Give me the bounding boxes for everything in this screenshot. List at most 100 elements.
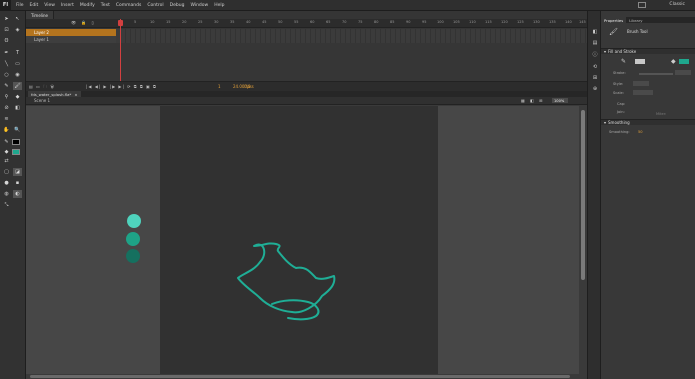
stroke-color-icon[interactable]: ✎: [2, 138, 11, 146]
fill-color-swatch[interactable]: [679, 59, 689, 64]
style-select[interactable]: [633, 81, 649, 86]
tab-timeline[interactable]: Timeline: [26, 11, 55, 19]
menu-window[interactable]: Window: [190, 3, 208, 8]
menu-control[interactable]: Control: [147, 3, 163, 8]
brush-mode-icon[interactable]: ◪: [13, 168, 22, 176]
stroke-color-swatch[interactable]: [635, 59, 645, 64]
tilt-icon[interactable]: ⤡: [2, 201, 11, 209]
menu-debug[interactable]: Debug: [170, 3, 185, 8]
brush-tool-icon[interactable]: 🖌: [13, 82, 22, 90]
components-panel-icon[interactable]: ⊞: [591, 74, 599, 82]
pencil-tool-icon[interactable]: ✎: [2, 82, 11, 90]
stroke-color-swatch[interactable]: [12, 139, 20, 145]
scene-breadcrumb[interactable]: Scene 1: [34, 98, 50, 103]
workspace-selector[interactable]: Classic: [669, 2, 685, 7]
ruler-tick: 95: [422, 20, 427, 24]
layer-row-2[interactable]: Layer 2: [26, 29, 587, 36]
zoom-tool-icon[interactable]: 🔍: [13, 126, 22, 134]
transform-panel-icon[interactable]: ⟲: [591, 63, 599, 71]
stroke-pencil-icon: ✎: [621, 58, 627, 65]
brush-shape-icon[interactable]: ▪: [13, 179, 22, 187]
ruler-tick: 100: [437, 20, 444, 24]
menu-file[interactable]: File: [16, 3, 24, 8]
menu-help[interactable]: Help: [214, 3, 224, 8]
line-tool-icon[interactable]: ╲: [2, 60, 11, 68]
ruler-tick: 85: [390, 20, 395, 24]
playback-controls[interactable]: |◀ ◀| ▶ |▶ ▶| ⟳ ⧉ ⧉ ▣ ⧉: [86, 84, 157, 89]
smoothing-value[interactable]: 50: [638, 130, 643, 134]
frame-ruler[interactable]: 1 5 10 15 20 25 30 35 40 45 50 55 60 65 …: [116, 19, 586, 28]
workspace-switch-icon[interactable]: [638, 2, 646, 8]
lasso-tool-icon[interactable]: ʘ: [2, 37, 11, 45]
tab-properties[interactable]: Properties: [601, 17, 627, 23]
horizontal-scrollbar[interactable]: [26, 374, 579, 379]
layer-controls[interactable]: ▤ ▭ 🗀 🗑: [29, 84, 55, 91]
color-dot-dark[interactable]: [126, 249, 140, 263]
ruler-tick: 5: [134, 20, 137, 24]
layer-frames[interactable]: [116, 29, 587, 36]
subselection-tool-icon[interactable]: ↖: [13, 15, 22, 23]
color-panel-icon[interactable]: ◧: [591, 28, 599, 36]
pasteboard[interactable]: [26, 106, 579, 374]
stroke-slider[interactable]: [639, 73, 673, 75]
brush-size-icon[interactable]: ●: [2, 179, 11, 187]
info-panel-icon[interactable]: ⓘ: [591, 50, 599, 58]
polystar-tool-icon[interactable]: ◉: [13, 71, 22, 79]
color-dot-medium[interactable]: [126, 232, 140, 246]
layer-visibility-lock-outline-icons[interactable]: 👁 🔒 ▯: [71, 20, 96, 25]
align-panel-icon[interactable]: ▤: [591, 39, 599, 47]
hand-tool-icon[interactable]: ✋: [2, 126, 11, 134]
layer-name[interactable]: Layer 1: [26, 36, 116, 43]
layer-frames[interactable]: [116, 36, 587, 43]
stroke-field[interactable]: [675, 70, 691, 75]
scale-select[interactable]: [633, 90, 653, 95]
scroll-thumb[interactable]: [30, 375, 570, 378]
menu-commands[interactable]: Commands: [116, 3, 141, 8]
water-splash-stroke[interactable]: [237, 242, 336, 314]
edit-bar: Scene 1 ▦ ◧ ⊞ 100%: [26, 97, 587, 105]
vertical-scrollbar[interactable]: [579, 106, 587, 374]
width-tool-icon[interactable]: ≋: [2, 115, 11, 123]
menu-modify[interactable]: Modify: [80, 3, 95, 8]
pen-tool-icon[interactable]: ✒: [2, 49, 11, 57]
eyedropper-tool-icon[interactable]: ⊘: [2, 104, 11, 112]
3d-rotation-tool-icon[interactable]: ◈: [13, 26, 22, 34]
ruler-tick: 120: [501, 20, 508, 24]
scroll-thumb[interactable]: [581, 110, 585, 280]
menu-view[interactable]: View: [44, 3, 55, 8]
layer-row-1[interactable]: Layer 1: [26, 36, 587, 43]
layer-name[interactable]: Layer 2: [26, 29, 116, 36]
bone-tool-icon[interactable]: ⚲: [2, 93, 11, 101]
ruler-tick: 60: [310, 20, 315, 24]
selection-tool-icon[interactable]: ➤: [2, 15, 11, 23]
color-dot-light[interactable]: [127, 214, 141, 228]
menu-insert[interactable]: Insert: [61, 3, 74, 8]
playhead[interactable]: [120, 19, 121, 83]
paint-bucket-tool-icon[interactable]: ◆: [13, 93, 22, 101]
swap-colors-icon[interactable]: ⇄: [2, 157, 11, 165]
fill-color-swatch[interactable]: [12, 149, 20, 155]
object-drawing-icon[interactable]: ▢: [2, 168, 11, 176]
oval-tool-icon[interactable]: ○: [2, 71, 11, 79]
smoothing-section-header[interactable]: ▾ Smoothing: [601, 119, 695, 125]
text-tool-icon[interactable]: T: [13, 49, 22, 57]
rectangle-tool-icon[interactable]: ▭: [13, 60, 22, 68]
pressure-icon[interactable]: ◐: [13, 190, 22, 198]
ruler-tick: 55: [294, 20, 299, 24]
menu-text[interactable]: Text: [101, 3, 110, 8]
ruler-tick: 75: [358, 20, 363, 24]
zoom-select[interactable]: 100%: [552, 98, 568, 103]
lock-fill-icon[interactable]: ◍: [2, 190, 11, 198]
tab-library[interactable]: Library: [626, 17, 645, 23]
free-transform-tool-icon[interactable]: ⊡: [2, 26, 11, 34]
fill-stroke-section-header[interactable]: ▾ Fill and Stroke: [601, 48, 695, 54]
playhead-handle[interactable]: [118, 20, 123, 26]
ruler-tick: 50: [278, 20, 283, 24]
eraser-tool-icon[interactable]: ◧: [13, 104, 22, 112]
current-frame[interactable]: 1: [218, 84, 221, 89]
fill-color-icon[interactable]: ◆: [2, 148, 11, 156]
edit-bar-icons[interactable]: ▦ ◧ ⊞: [521, 98, 544, 103]
motion-presets-icon[interactable]: ⊕: [591, 85, 599, 93]
close-icon[interactable]: ×: [74, 92, 77, 97]
menu-edit[interactable]: Edit: [30, 3, 39, 8]
